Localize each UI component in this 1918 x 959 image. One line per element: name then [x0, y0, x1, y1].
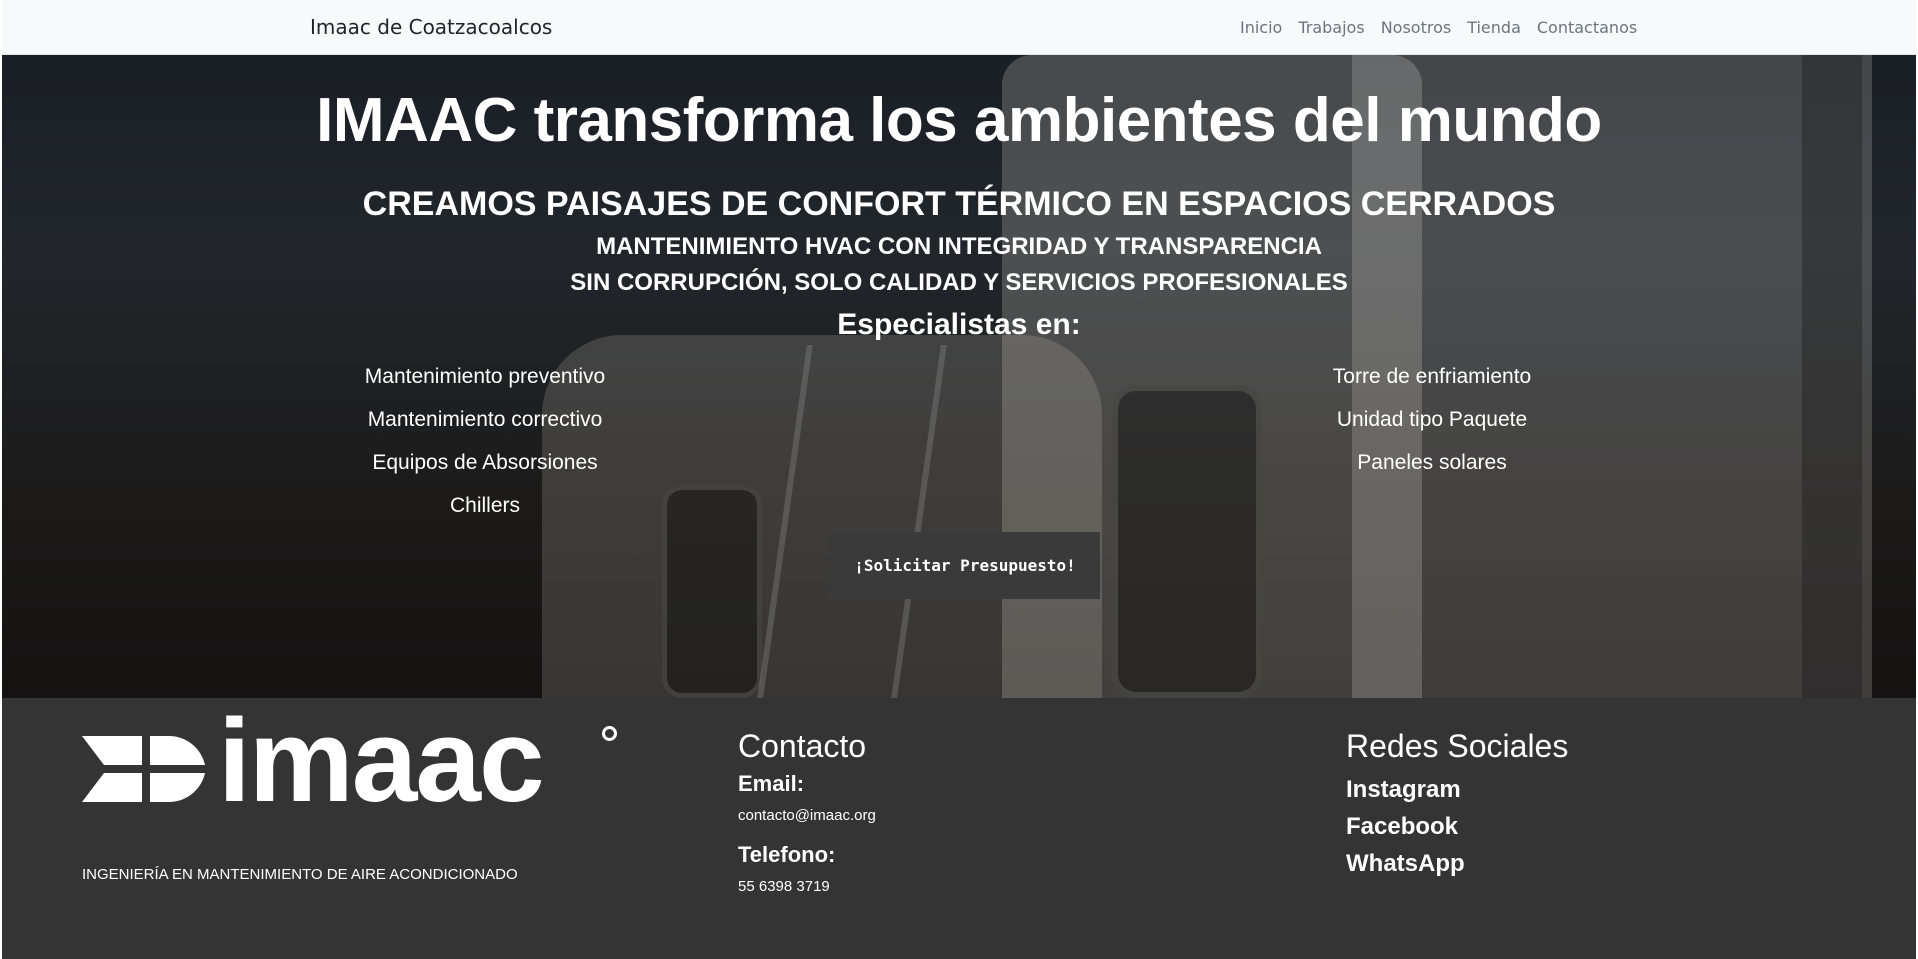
email-label: Email: — [738, 771, 805, 796]
social-link-facebook[interactable]: Facebook — [1346, 808, 1568, 845]
specialists-heading: Especialistas en: — [837, 308, 1081, 341]
imaac-logo-mark-icon — [82, 736, 205, 802]
hero-background-hatch — [662, 485, 762, 698]
email-value[interactable]: contacto@imaac.org — [738, 807, 876, 824]
contact-heading: Contacto — [738, 728, 867, 764]
request-quote-button[interactable]: ¡Solicitar Presupuesto! — [830, 532, 1100, 599]
service-item: Unidad tipo Paquete — [1336, 408, 1528, 431]
navbar: Imaac de Coatzacoalcos Inicio Trabajos N… — [2, 0, 1916, 55]
footer-social: Redes Sociales Instagram Facebook WhatsA… — [1346, 728, 1568, 882]
nav-link-trabajos[interactable]: Trabajos — [1298, 18, 1364, 37]
hero-title: IMAAC transforma los ambientes del mundo — [316, 86, 1602, 155]
nav-link-nosotros[interactable]: Nosotros — [1381, 18, 1452, 37]
nav-link-contactanos[interactable]: Contactanos — [1537, 18, 1637, 37]
service-item: Mantenimiento preventivo — [364, 365, 606, 388]
service-item: Paneles solares — [1357, 451, 1507, 474]
social-link-whatsapp[interactable]: WhatsApp — [1346, 845, 1568, 882]
nav-links: Inicio Trabajos Nosotros Tienda Contacta… — [1240, 18, 1637, 37]
service-item: Mantenimiento correctivo — [367, 408, 603, 431]
hero-section: IMAAC transforma los ambientes del mundo… — [2, 55, 1916, 698]
phone-label: Telefono: — [738, 842, 836, 867]
service-item: Chillers — [449, 494, 520, 517]
services-list-right: Torre de enfriamiento Unidad tipo Paquet… — [1252, 355, 1612, 484]
service-item: Equipos de Absorsiones — [372, 451, 598, 474]
logo-degree-mark — [602, 726, 617, 741]
social-link-instagram[interactable]: Instagram — [1346, 771, 1568, 808]
nav-link-inicio[interactable]: Inicio — [1240, 18, 1282, 37]
nav-link-tienda[interactable]: Tienda — [1467, 18, 1521, 37]
services-list-left: Mantenimiento preventivo Mantenimiento c… — [305, 355, 665, 527]
footer: imaac INGENIERÍA EN MANTENIMIENTO DE AIR… — [2, 698, 1916, 959]
hero-subtitle-calidad: SIN CORRUPCIÓN, SOLO CALIDAD Y SERVICIOS… — [570, 269, 1348, 296]
navbar-brand[interactable]: Imaac de Coatzacoalcos — [310, 15, 552, 39]
service-item: Torre de enfriamiento — [1332, 365, 1532, 388]
hero-subtitle-confort: CREAMOS PAISAJES DE CONFORT TÉRMICO EN E… — [362, 185, 1556, 223]
hero-background-hatch — [1112, 385, 1262, 698]
footer-tagline: INGENIERÍA EN MANTENIMIENTO DE AIRE ACON… — [82, 866, 518, 883]
social-heading: Redes Sociales — [1346, 728, 1569, 764]
phone-value[interactable]: 55 6398 3719 — [738, 878, 876, 895]
footer-contact: Contacto Email: contacto@imaac.org Telef… — [738, 728, 876, 913]
imaac-logo-wordmark: imaac — [218, 695, 545, 827]
hero-subtitle-hvac: MANTENIMIENTO HVAC CON INTEGRIDAD Y TRAN… — [596, 233, 1322, 260]
